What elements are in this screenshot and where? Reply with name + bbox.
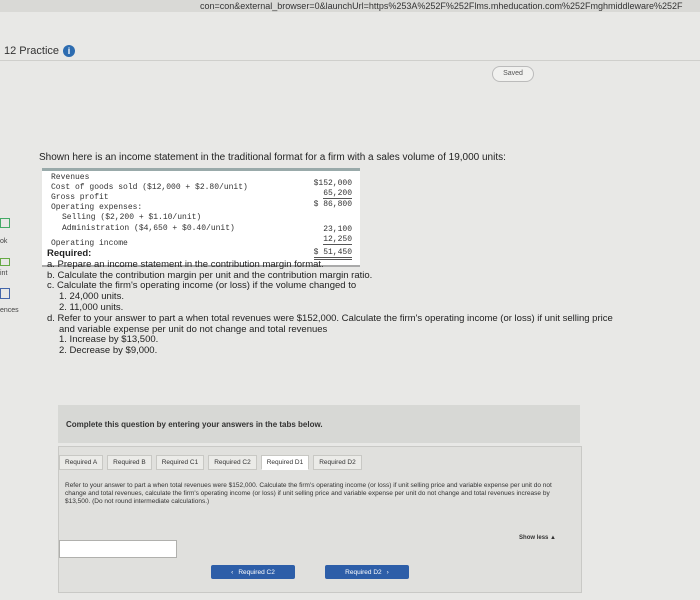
statement-row-label: Selling ($2,200 + $1.10/unit) xyxy=(62,213,202,222)
statement-row-label: Gross profit xyxy=(51,193,109,202)
sidebar-book-icon[interactable] xyxy=(0,218,10,228)
question-intro: Shown here is an income statement in the… xyxy=(39,152,506,163)
required-item: 1. 24,000 units. xyxy=(59,291,124,303)
header-divider xyxy=(0,60,700,61)
statement-row-amount: 23,100 xyxy=(323,225,352,234)
tab-question-text: Refer to your answer to part a when tota… xyxy=(65,482,552,505)
statement-row-label: Cost of goods sold ($12,000 + $2.80/unit… xyxy=(51,183,248,192)
statement-row-label: Revenues xyxy=(51,173,90,182)
statement-row-label: Operating expenses: xyxy=(51,203,143,212)
tab-required-a[interactable]: Required A xyxy=(59,455,104,470)
browser-url-bar[interactable]: con=con&external_browser=0&launchUrl=htt… xyxy=(0,0,700,12)
required-item: c. Calculate the firm's operating income… xyxy=(47,280,357,292)
show-less-link[interactable]: Show less ▲ xyxy=(519,535,556,541)
url-text: con=con&external_browser=0&launchUrl=htt… xyxy=(200,1,683,11)
tab-required-d1[interactable]: Required D1 xyxy=(260,455,310,470)
prev-button-label: Required C2 xyxy=(238,568,275,576)
statement-row-amount: 12,250 xyxy=(323,235,352,245)
sidebar-item-print[interactable]: int xyxy=(0,270,24,277)
tab-required-b[interactable]: Required B xyxy=(107,455,152,470)
tab-required-d2[interactable]: Required D2 xyxy=(313,455,362,470)
prev-required-c2-button[interactable]: ‹ Required C2 xyxy=(211,565,295,579)
sidebar-item-references[interactable]: ences xyxy=(0,307,24,314)
saved-badge: Saved xyxy=(492,66,534,82)
tab-required-c2[interactable]: Required C2 xyxy=(208,455,257,470)
next-button-label: Required D2 xyxy=(345,568,382,576)
tab-required-c1[interactable]: Required C1 xyxy=(155,455,205,470)
required-item: d. Refer to your answer to part a when t… xyxy=(47,312,613,324)
sidebar-item-ebook[interactable]: ok xyxy=(0,238,24,245)
sidebar-references-icon[interactable] xyxy=(0,288,10,299)
statement-row-amount: $ 86,800 xyxy=(313,200,352,209)
practice-label: 12 Practice xyxy=(4,45,60,57)
statement-row-amount: 65,200 xyxy=(323,189,352,199)
statement-row-label: Operating income xyxy=(51,239,128,248)
requirement-tabs: Required A Required B Required C1 Requir… xyxy=(59,455,362,470)
info-icon[interactable]: i xyxy=(63,45,76,57)
complete-instruction-bar: Complete this question by entering your … xyxy=(58,405,580,443)
required-section: Required: a. Prepare an income statement… xyxy=(47,248,613,357)
statement-row-amount: $152,000 xyxy=(313,179,352,188)
next-required-d2-button[interactable]: Required D2 › xyxy=(325,565,409,579)
practice-title: 12 Practice i xyxy=(4,45,76,57)
complete-instruction-text: Complete this question by entering your … xyxy=(66,420,323,429)
statement-row-label: Administration ($4,650 + $0.40/unit) xyxy=(62,224,235,233)
chevron-left-icon: ‹ xyxy=(231,568,234,576)
answer-panel: Required A Required B Required C1 Requir… xyxy=(58,446,582,593)
sidebar-print-icon[interactable] xyxy=(0,258,10,266)
chevron-right-icon: › xyxy=(386,568,389,576)
required-item: 2. Decrease by $9,000. xyxy=(59,345,158,357)
required-item: a. Prepare an income statement in the co… xyxy=(47,258,324,270)
operating-income-input[interactable] xyxy=(59,540,177,558)
